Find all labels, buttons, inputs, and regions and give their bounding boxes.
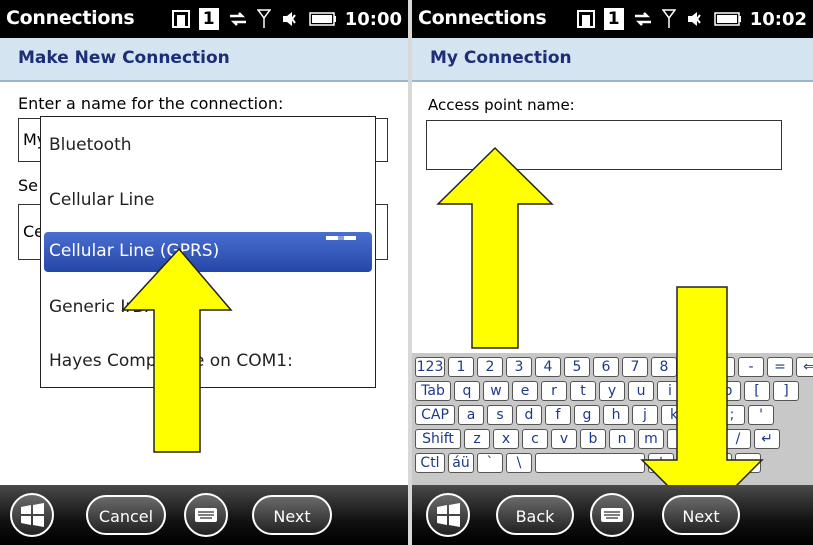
up-arrow-annotation	[121, 247, 233, 453]
cancel-button[interactable]: Cancel	[86, 495, 166, 535]
windows-logo-icon	[437, 503, 460, 527]
softkey-bar: Back Next	[412, 485, 813, 545]
start-button[interactable]	[426, 493, 470, 537]
keyboard-icon	[601, 508, 623, 522]
softkey-bar: Cancel Next	[0, 485, 408, 545]
up-arrow-annotation	[436, 146, 554, 349]
screen-my-connection: Connections 1 10:02 My Connection Access…	[412, 0, 813, 545]
screen-make-new-connection: Connections 1 10:00 Make New Connection …	[0, 0, 408, 545]
start-button[interactable]	[10, 493, 54, 537]
windows-logo-icon	[21, 503, 44, 527]
keyboard-toggle-button[interactable]	[590, 493, 634, 537]
next-button[interactable]: Next	[252, 495, 332, 535]
next-button[interactable]: Next	[662, 495, 740, 535]
annotation-arrows	[436, 146, 764, 522]
keyboard-icon	[195, 508, 217, 522]
back-button[interactable]: Back	[496, 495, 574, 535]
keyboard-toggle-button[interactable]	[184, 493, 228, 537]
